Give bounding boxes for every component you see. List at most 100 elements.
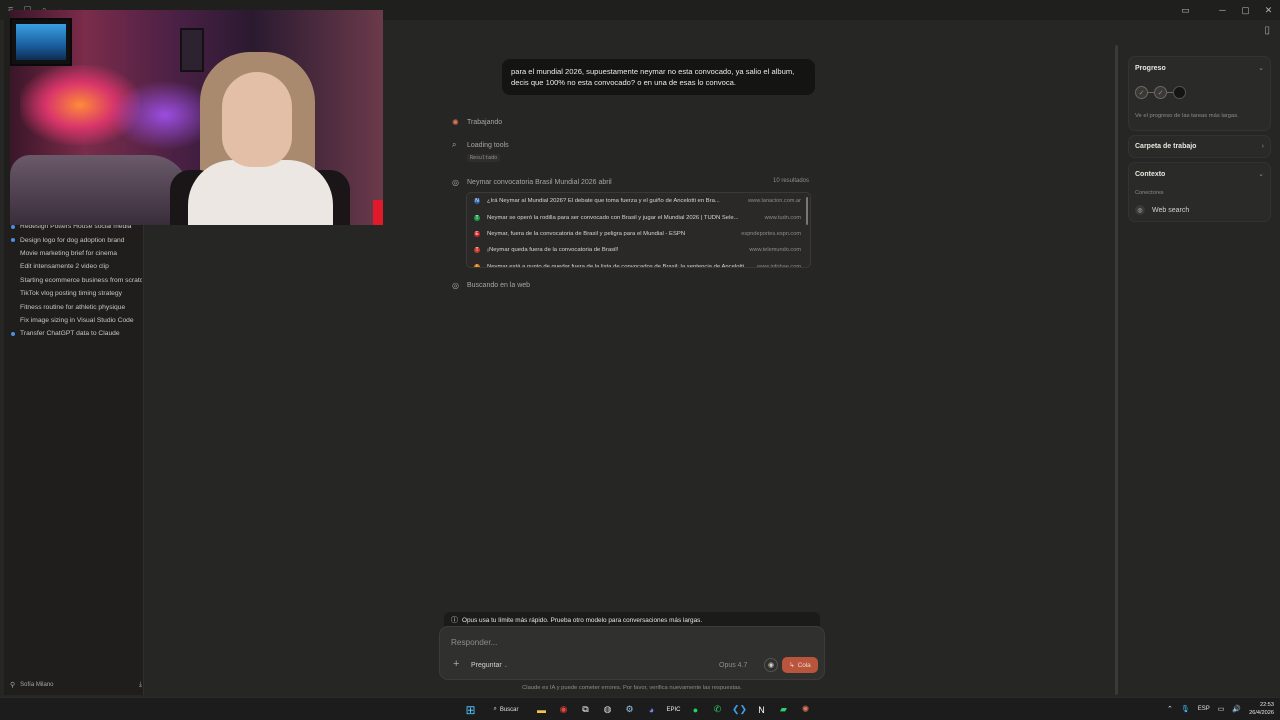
right-panel-toggle-icon[interactable]: ▯ (1264, 25, 1270, 36)
search-result-row[interactable]: I Neymar está a punto de quedar fuera de … (467, 259, 810, 268)
windows-start-icon[interactable]: ⊞ (462, 701, 479, 718)
chevron-down-icon: ⌄ (1258, 171, 1264, 178)
recent-item-label: Design logo for dog adoption brand (20, 236, 125, 244)
favicon-icon: E (474, 230, 480, 237)
clock[interactable]: 22:53 26/4/2026 (1249, 701, 1274, 717)
download-icon[interactable]: ⤓ (139, 681, 142, 689)
web-search-connector[interactable]: ◎ Web search (1135, 205, 1264, 215)
recents-list: Redesign Potters House social media Desig… (10, 220, 142, 341)
system-tray: ⌃ 🎙 ESP ▭ 🔊 22:53 26/4/2026 (1167, 701, 1274, 717)
clock-time: 22:53 (1260, 702, 1274, 708)
result-title: ¡Neymar queda fuera de la convocatoria d… (487, 247, 619, 254)
sidebar-recent-item[interactable]: Starting ecommerce business from scratch (10, 274, 142, 287)
steam-icon[interactable]: ⚙ (621, 701, 638, 718)
obs-icon[interactable]: ◍ (599, 701, 616, 718)
working-label: Trabajando (467, 119, 503, 126)
progress-header[interactable]: Progreso ⌄ (1135, 64, 1264, 73)
vscode-icon[interactable]: ❮❯ (731, 701, 748, 718)
sidebar-recent-item[interactable]: Fix image sizing in Visual Studio Code (10, 314, 142, 327)
claude-icon[interactable]: ✺ (797, 701, 814, 718)
taskbar-search[interactable]: ⌕ Buscar (484, 701, 528, 718)
recent-item-label: Transfer ChatGPT data to Claude (20, 330, 120, 338)
app-green-icon[interactable]: ▰ (775, 701, 792, 718)
sidebar-recent-item[interactable]: TikTok vlog posting timing strategy (10, 287, 142, 300)
results-scrollbar[interactable] (806, 197, 808, 225)
loading-tools-label: Loading tools (467, 141, 509, 149)
search-result-row[interactable]: T ¡Neymar queda fuera de la convocatoria … (467, 242, 810, 258)
context-title: Contexto (1135, 170, 1166, 178)
close-button[interactable]: ✕ (1257, 0, 1280, 20)
favicon-icon: T (474, 214, 480, 221)
user-profile[interactable]: ⚲ Sofía Milano ⤓ (10, 681, 142, 689)
taskbar: ⊞ ⌕ Buscar ▬ ◉ ⧉ ◍ ⚙ ◕ EPIC ● ✆ ❮❯ N ▰ ✺ … (0, 697, 1280, 720)
chevron-up-icon[interactable]: ⌃ (1167, 705, 1173, 713)
clock-date: 26/4/2026 (1249, 710, 1274, 716)
capcut-icon[interactable]: ⧉ (577, 701, 594, 718)
notice-text: Opus usa tu límite más rápido. Prueba ot… (462, 616, 703, 624)
minimize-button[interactable]: ─ (1211, 0, 1234, 20)
recent-item-label: Starting ecommerce business from scratch (20, 276, 142, 284)
result-title: Neymar, fuera de la convocatoria de Bras… (487, 230, 686, 237)
queue-button[interactable]: ↳ Cola (782, 657, 818, 673)
sidebar-recent-item[interactable]: Fitness routine for athletic physique (10, 300, 142, 313)
searching-label: Buscando en la web (467, 282, 531, 289)
recent-item-label: TikTok vlog posting timing strategy (20, 290, 122, 298)
step-web-search[interactable]: ◎ Neymar convocatoria Brasil Mundial 202… (452, 178, 612, 187)
sidebar-recent-item[interactable]: Design logo for dog adoption brand (10, 233, 142, 246)
maximize-button[interactable]: ▢ (1234, 0, 1257, 20)
result-domain: espndeportes.espn.com (741, 230, 801, 237)
favicon-icon: N (474, 198, 480, 205)
discord-icon[interactable]: ◕ (643, 701, 660, 718)
add-attachment-button[interactable]: + (453, 658, 459, 670)
status-dot-icon (11, 292, 15, 296)
step-loading-tools[interactable]: ⌕ Loading tools (452, 140, 509, 150)
network-icon[interactable]: ▭ (1218, 705, 1225, 713)
epic-icon[interactable]: EPIC (665, 701, 682, 718)
info-icon: ⓘ (451, 617, 458, 624)
composer: Responder... + Preguntar ⌄ Opus 4.7 ◉ ↳ C… (439, 626, 825, 680)
sidebar-recent-item[interactable]: Edit intensamente 2 video clip (10, 260, 142, 273)
spotify-icon[interactable]: ● (687, 701, 704, 718)
progress-card: Progreso ⌄ ✓ ✓ Ve el progreso de las tar… (1128, 56, 1271, 131)
model-selector[interactable]: Opus 4.7 (719, 662, 747, 669)
chrome-icon[interactable]: ◉ (555, 701, 572, 718)
search-result-row[interactable]: N ¿Irá Neymar al Mundial 2026? El debate … (467, 193, 810, 209)
notion-icon[interactable]: N (753, 701, 770, 718)
return-icon: ↳ (789, 662, 795, 669)
folder-title: Carpeta de trabajo (1135, 143, 1197, 150)
globe-icon: ◎ (452, 281, 459, 290)
progress-title: Progreso (1135, 64, 1166, 72)
result-title: Neymar está a punto de quedar fuera de l… (487, 263, 745, 268)
recent-item-label: Fitness routine for athletic physique (20, 303, 126, 311)
context-header[interactable]: Contexto ⌄ (1135, 170, 1264, 179)
recent-item-label: Edit intensamente 2 video clip (20, 263, 109, 271)
panel-resize-handle[interactable] (1115, 45, 1118, 695)
status-dot-icon (11, 305, 15, 309)
status-dot-icon (11, 265, 15, 269)
sidebar-recent-item[interactable]: Movie marketing brief for cinema (10, 247, 142, 260)
file-explorer-icon[interactable]: ▬ (533, 701, 550, 718)
language-indicator[interactable]: ESP (1198, 706, 1210, 712)
web-search-label: Web search (1152, 206, 1190, 214)
resultado-tag: Resultado (467, 154, 501, 162)
search-icon: ⌕ (493, 706, 497, 712)
folder-card[interactable]: Carpeta de trabajo › (1128, 135, 1271, 158)
panel-layout-icon[interactable]: ▭ (1174, 0, 1197, 20)
disclaimer: Claude es IA y puede cometer errores. Po… (522, 685, 742, 691)
sidebar-recent-item[interactable]: Transfer ChatGPT data to Claude (10, 327, 142, 340)
step-searching[interactable]: ◎ Buscando en la web (452, 281, 530, 290)
search-result-row[interactable]: E Neymar, fuera de la convocatoria de Bra… (467, 226, 810, 242)
window-controls: ▭ ─ ▢ ✕ (1174, 0, 1280, 20)
composer-input[interactable]: Responder... (451, 638, 497, 647)
mode-selector[interactable]: Preguntar ⌄ (471, 662, 508, 669)
record-button[interactable]: ◉ (764, 658, 778, 672)
check-icon: ✓ (1135, 86, 1148, 99)
chevron-down-icon: ⌄ (503, 663, 508, 669)
status-dot-icon (11, 251, 15, 255)
mic-icon[interactable]: 🎙 (1181, 705, 1190, 713)
search-result-row[interactable]: T Neymar se operó la rodilla para ser con… (467, 209, 810, 225)
progress-subtitle: Ve el progreso de las tareas más largas. (1135, 113, 1239, 119)
volume-icon[interactable]: 🔊 (1232, 705, 1241, 713)
whatsapp-icon[interactable]: ✆ (709, 701, 726, 718)
progress-indicator: ✓ ✓ (1135, 86, 1264, 99)
